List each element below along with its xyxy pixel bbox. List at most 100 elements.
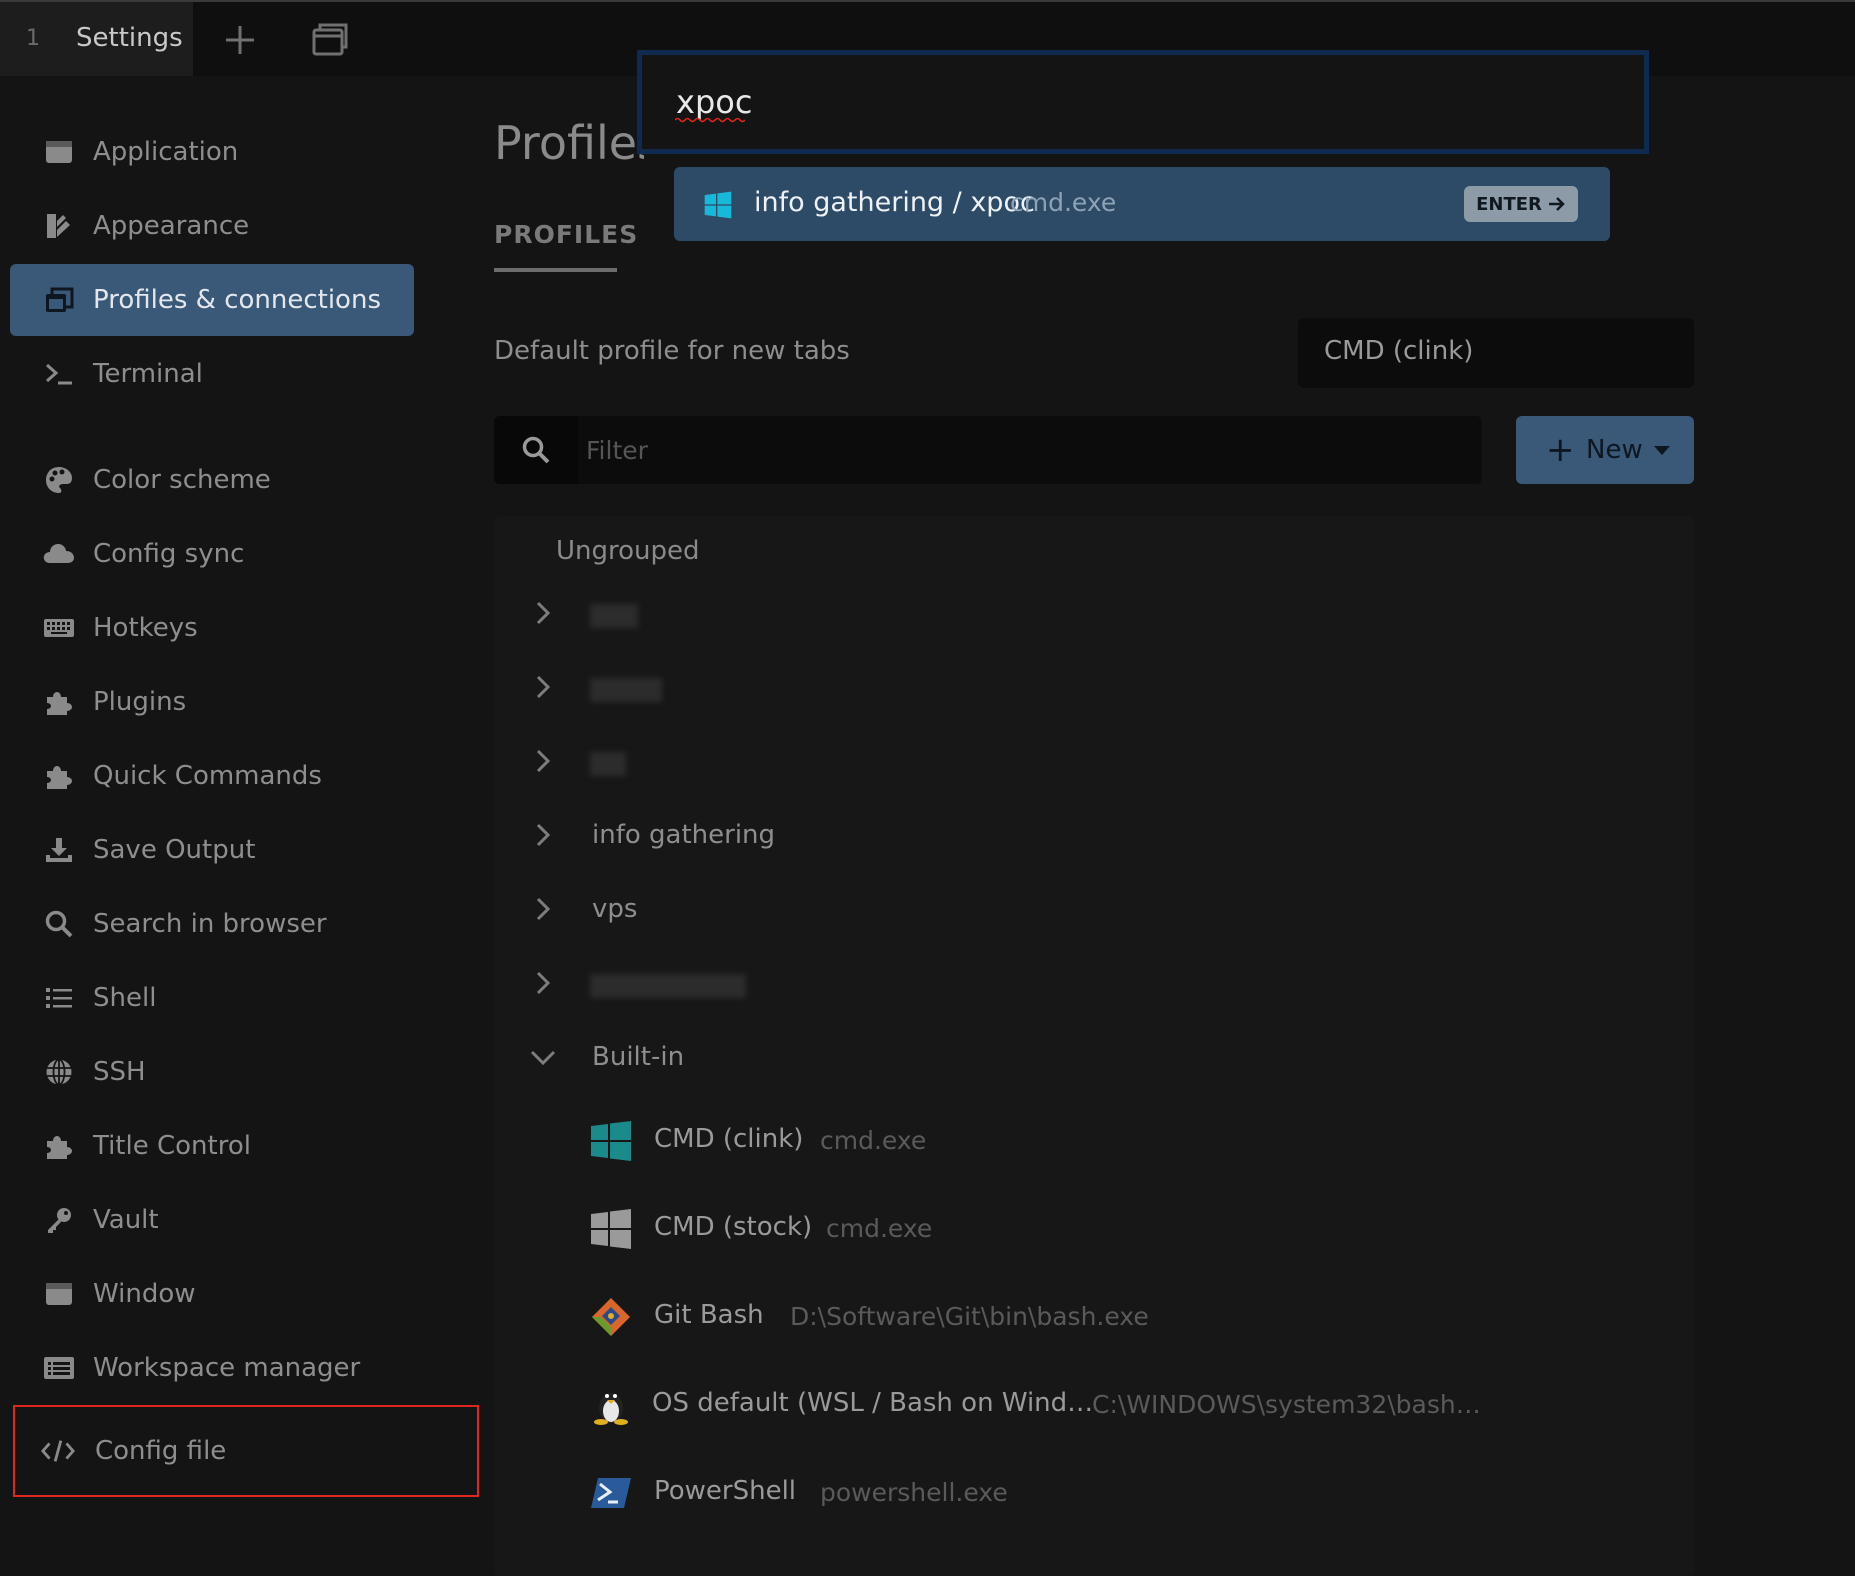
sidebar-item-label: Color scheme: [93, 465, 271, 495]
sidebar-item-save-output[interactable]: Save Output: [10, 814, 414, 886]
tab-title: Settings: [76, 23, 183, 53]
group-header-ungrouped: Ungrouped: [556, 536, 700, 566]
sidebar-item-label: Shell: [93, 983, 157, 1013]
sidebar-item-application[interactable]: Application: [10, 116, 414, 188]
arrow-right-icon: [1548, 197, 1565, 211]
profiles-icon: [42, 283, 76, 317]
sidebar-item-label: Terminal: [93, 359, 203, 389]
search-icon: [42, 907, 76, 941]
sidebar-item-window[interactable]: Window: [10, 1258, 414, 1330]
profile-path: C:\WINDOWS\system32\bash…: [1092, 1390, 1481, 1419]
group-row[interactable]: [494, 954, 1694, 1014]
profile-row-cmd-clink[interactable]: CMD (clink) cmd.exe: [494, 1106, 1694, 1176]
sidebar-item-label: Title Control: [93, 1131, 251, 1161]
download-icon: [42, 833, 76, 867]
tab-profiles[interactable]: PROFILES: [494, 220, 638, 249]
profile-row-cmd-stock[interactable]: CMD (stock) cmd.exe: [494, 1194, 1694, 1264]
group-row-info-gathering[interactable]: info gathering: [494, 806, 1694, 866]
puzzle-icon: [42, 685, 76, 719]
sidebar-item-label: Search in browser: [93, 909, 327, 939]
redacted-group-name: [590, 974, 746, 998]
sidebar-item-label: Profiles & connections: [93, 285, 381, 315]
list-icon: [42, 981, 76, 1015]
group-name: Built-in: [592, 1042, 685, 1072]
default-profile-select[interactable]: CMD (clink): [1298, 318, 1694, 388]
group-row[interactable]: [494, 732, 1694, 792]
sidebar-item-label: Hotkeys: [93, 613, 198, 643]
profile-name: CMD (clink): [654, 1124, 804, 1154]
filter-box: [494, 416, 1482, 484]
terminal-icon: [42, 357, 76, 391]
group-row-vps[interactable]: vps: [494, 880, 1694, 940]
page-title: Profiles: [494, 116, 661, 170]
group-row-built-in[interactable]: Built-in: [494, 1028, 1694, 1088]
sidebar-item-label: Workspace manager: [93, 1353, 361, 1383]
redacted-group-name: [590, 752, 626, 776]
sidebar-item-label: Save Output: [93, 835, 256, 865]
sidebar-item-label: Appearance: [93, 211, 250, 241]
result-path: cmd.exe: [1010, 188, 1117, 217]
sidebar-item-plugins[interactable]: Plugins: [10, 666, 414, 738]
sidebar-item-shell[interactable]: Shell: [10, 962, 414, 1034]
sidebar-item-hotkeys[interactable]: Hotkeys: [10, 592, 414, 664]
sidebar-item-profiles[interactable]: Profiles & connections: [10, 264, 414, 336]
chevron-right-icon: [528, 598, 558, 628]
palette-icon: [42, 463, 76, 497]
tux-icon: [590, 1384, 632, 1426]
profile-path: cmd.exe: [820, 1126, 927, 1155]
group-name: info gathering: [592, 820, 776, 850]
group-row[interactable]: [494, 658, 1694, 718]
globe-icon: [42, 1055, 76, 1089]
settings-sidebar: Application Appearance Profiles & connec…: [0, 76, 480, 1557]
sidebar-item-appearance[interactable]: Appearance: [10, 190, 414, 262]
puzzle-icon: [42, 1129, 76, 1163]
git-icon: [590, 1296, 632, 1338]
caret-down-icon: [1654, 446, 1670, 455]
profile-row-git-bash[interactable]: Git Bash D:\Software\Git\bin\bash.exe: [494, 1282, 1694, 1352]
spellcheck-underline: [675, 117, 745, 123]
plus-icon[interactable]: [220, 20, 260, 60]
sidebar-item-label: Plugins: [93, 687, 187, 717]
list-alt-icon: [42, 1351, 76, 1385]
new-profile-button[interactable]: + New: [1516, 416, 1694, 484]
new-button-label: New: [1586, 435, 1643, 465]
profiles-page: Profiles PROFILES Default profile for ne…: [480, 76, 1855, 1576]
profile-row-powershell[interactable]: PowerShell powershell.exe: [494, 1458, 1694, 1528]
brush-icon: [42, 209, 76, 243]
sidebar-item-config-sync[interactable]: Config sync: [10, 518, 414, 590]
sidebar-item-title-control[interactable]: Title Control: [10, 1110, 414, 1182]
palette-result-item[interactable]: info gathering / xpoc cmd.exe ENTER: [674, 167, 1610, 241]
windows-icon: [704, 191, 732, 219]
window-stack-icon[interactable]: [310, 20, 350, 60]
filter-input[interactable]: [586, 416, 1466, 484]
sidebar-item-vault[interactable]: Vault: [10, 1184, 414, 1256]
chevron-right-icon: [528, 894, 558, 924]
group-name: vps: [592, 894, 638, 924]
windows-icon: [590, 1120, 632, 1162]
sidebar-item-workspace-manager[interactable]: Workspace manager: [10, 1332, 414, 1404]
palette-search-box: [637, 50, 1649, 154]
sidebar-item-quick-commands[interactable]: Quick Commands: [10, 740, 414, 812]
result-name: info gathering / xpoc: [754, 187, 1035, 218]
sidebar-item-ssh[interactable]: SSH: [10, 1036, 414, 1108]
group-row[interactable]: [494, 584, 1694, 644]
tab-settings[interactable]: 1 Settings: [0, 2, 193, 76]
redacted-group-name: [590, 678, 662, 702]
sidebar-item-label: Config file: [95, 1436, 227, 1466]
sidebar-item-config-file[interactable]: Config file: [13, 1405, 479, 1497]
puzzle-icon: [42, 759, 76, 793]
powershell-icon: [590, 1472, 632, 1514]
tab-number: 1: [26, 26, 40, 51]
profile-name: PowerShell: [654, 1476, 797, 1506]
sidebar-item-label: Application: [93, 137, 239, 167]
sidebar-item-label: Window: [93, 1279, 196, 1309]
default-profile-value: CMD (clink): [1324, 336, 1474, 366]
sidebar-item-terminal[interactable]: Terminal: [10, 338, 414, 410]
palette-search-input[interactable]: [642, 55, 1644, 149]
sidebar-item-search-in-browser[interactable]: Search in browser: [10, 888, 414, 960]
sidebar-item-color-scheme[interactable]: Color scheme: [10, 444, 414, 516]
cloud-icon: [42, 537, 76, 571]
profile-row-os-default[interactable]: OS default (WSL / Bash on Wind… C:\WINDO…: [494, 1370, 1694, 1440]
enter-label: ENTER: [1476, 193, 1542, 215]
chevron-down-icon: [528, 1042, 558, 1072]
